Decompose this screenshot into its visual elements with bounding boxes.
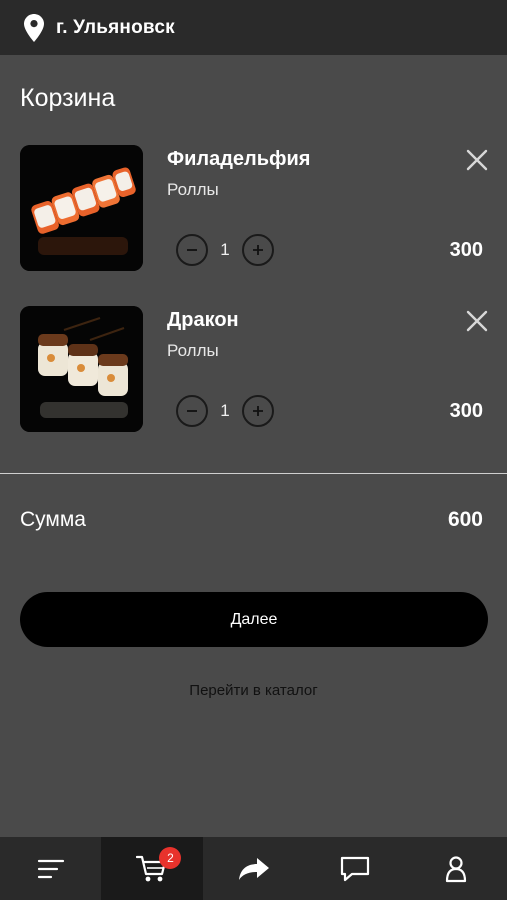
minus-icon	[187, 410, 197, 412]
cart-count-badge: 2	[159, 847, 182, 869]
item-name: Филадельфия	[167, 148, 311, 170]
plus-icon	[253, 406, 263, 416]
minus-button[interactable]	[176, 395, 208, 427]
tab-profile[interactable]	[406, 837, 507, 900]
location-pin-icon[interactable]	[24, 13, 44, 42]
menu-icon	[37, 859, 64, 878]
product-image[interactable]	[20, 306, 143, 432]
tab-share[interactable]	[203, 837, 304, 900]
divider	[0, 473, 507, 474]
plus-icon	[253, 245, 263, 255]
page-title: Корзина	[20, 84, 116, 112]
item-price: 300	[449, 400, 483, 422]
sum-label: Сумма	[20, 508, 86, 531]
tab-chat[interactable]	[304, 837, 405, 900]
item-name: Дракон	[167, 309, 239, 331]
sum-total: 600	[447, 508, 483, 531]
top-bar: г. Ульяновск	[0, 0, 507, 55]
cart-item: Филадельфия Роллы 1 300	[0, 145, 507, 275]
share-icon	[238, 857, 269, 880]
close-icon[interactable]	[464, 147, 490, 173]
tab-menu[interactable]	[0, 837, 101, 900]
cart-item: Дракон Роллы 1 300	[0, 306, 507, 436]
quantity-value: 1	[220, 401, 230, 420]
chat-icon	[340, 856, 370, 881]
minus-button[interactable]	[176, 234, 208, 266]
item-category: Роллы	[167, 180, 219, 199]
city-selector[interactable]: г. Ульяновск	[56, 17, 175, 39]
tab-cart[interactable]: 2	[101, 837, 203, 900]
plus-button[interactable]	[242, 395, 274, 427]
minus-icon	[187, 249, 197, 251]
next-button[interactable]: Далее	[20, 592, 488, 647]
quantity-stepper: 1	[176, 234, 274, 266]
go-to-catalog-link[interactable]: Перейти в каталог	[0, 682, 507, 699]
quantity-value: 1	[220, 240, 230, 259]
bottom-nav: 2	[0, 837, 507, 900]
item-price: 300	[449, 239, 483, 261]
product-image[interactable]	[20, 145, 143, 271]
item-category: Роллы	[167, 341, 219, 360]
quantity-stepper: 1	[176, 395, 274, 427]
plus-button[interactable]	[242, 234, 274, 266]
close-icon[interactable]	[464, 308, 490, 334]
profile-icon	[446, 855, 467, 882]
